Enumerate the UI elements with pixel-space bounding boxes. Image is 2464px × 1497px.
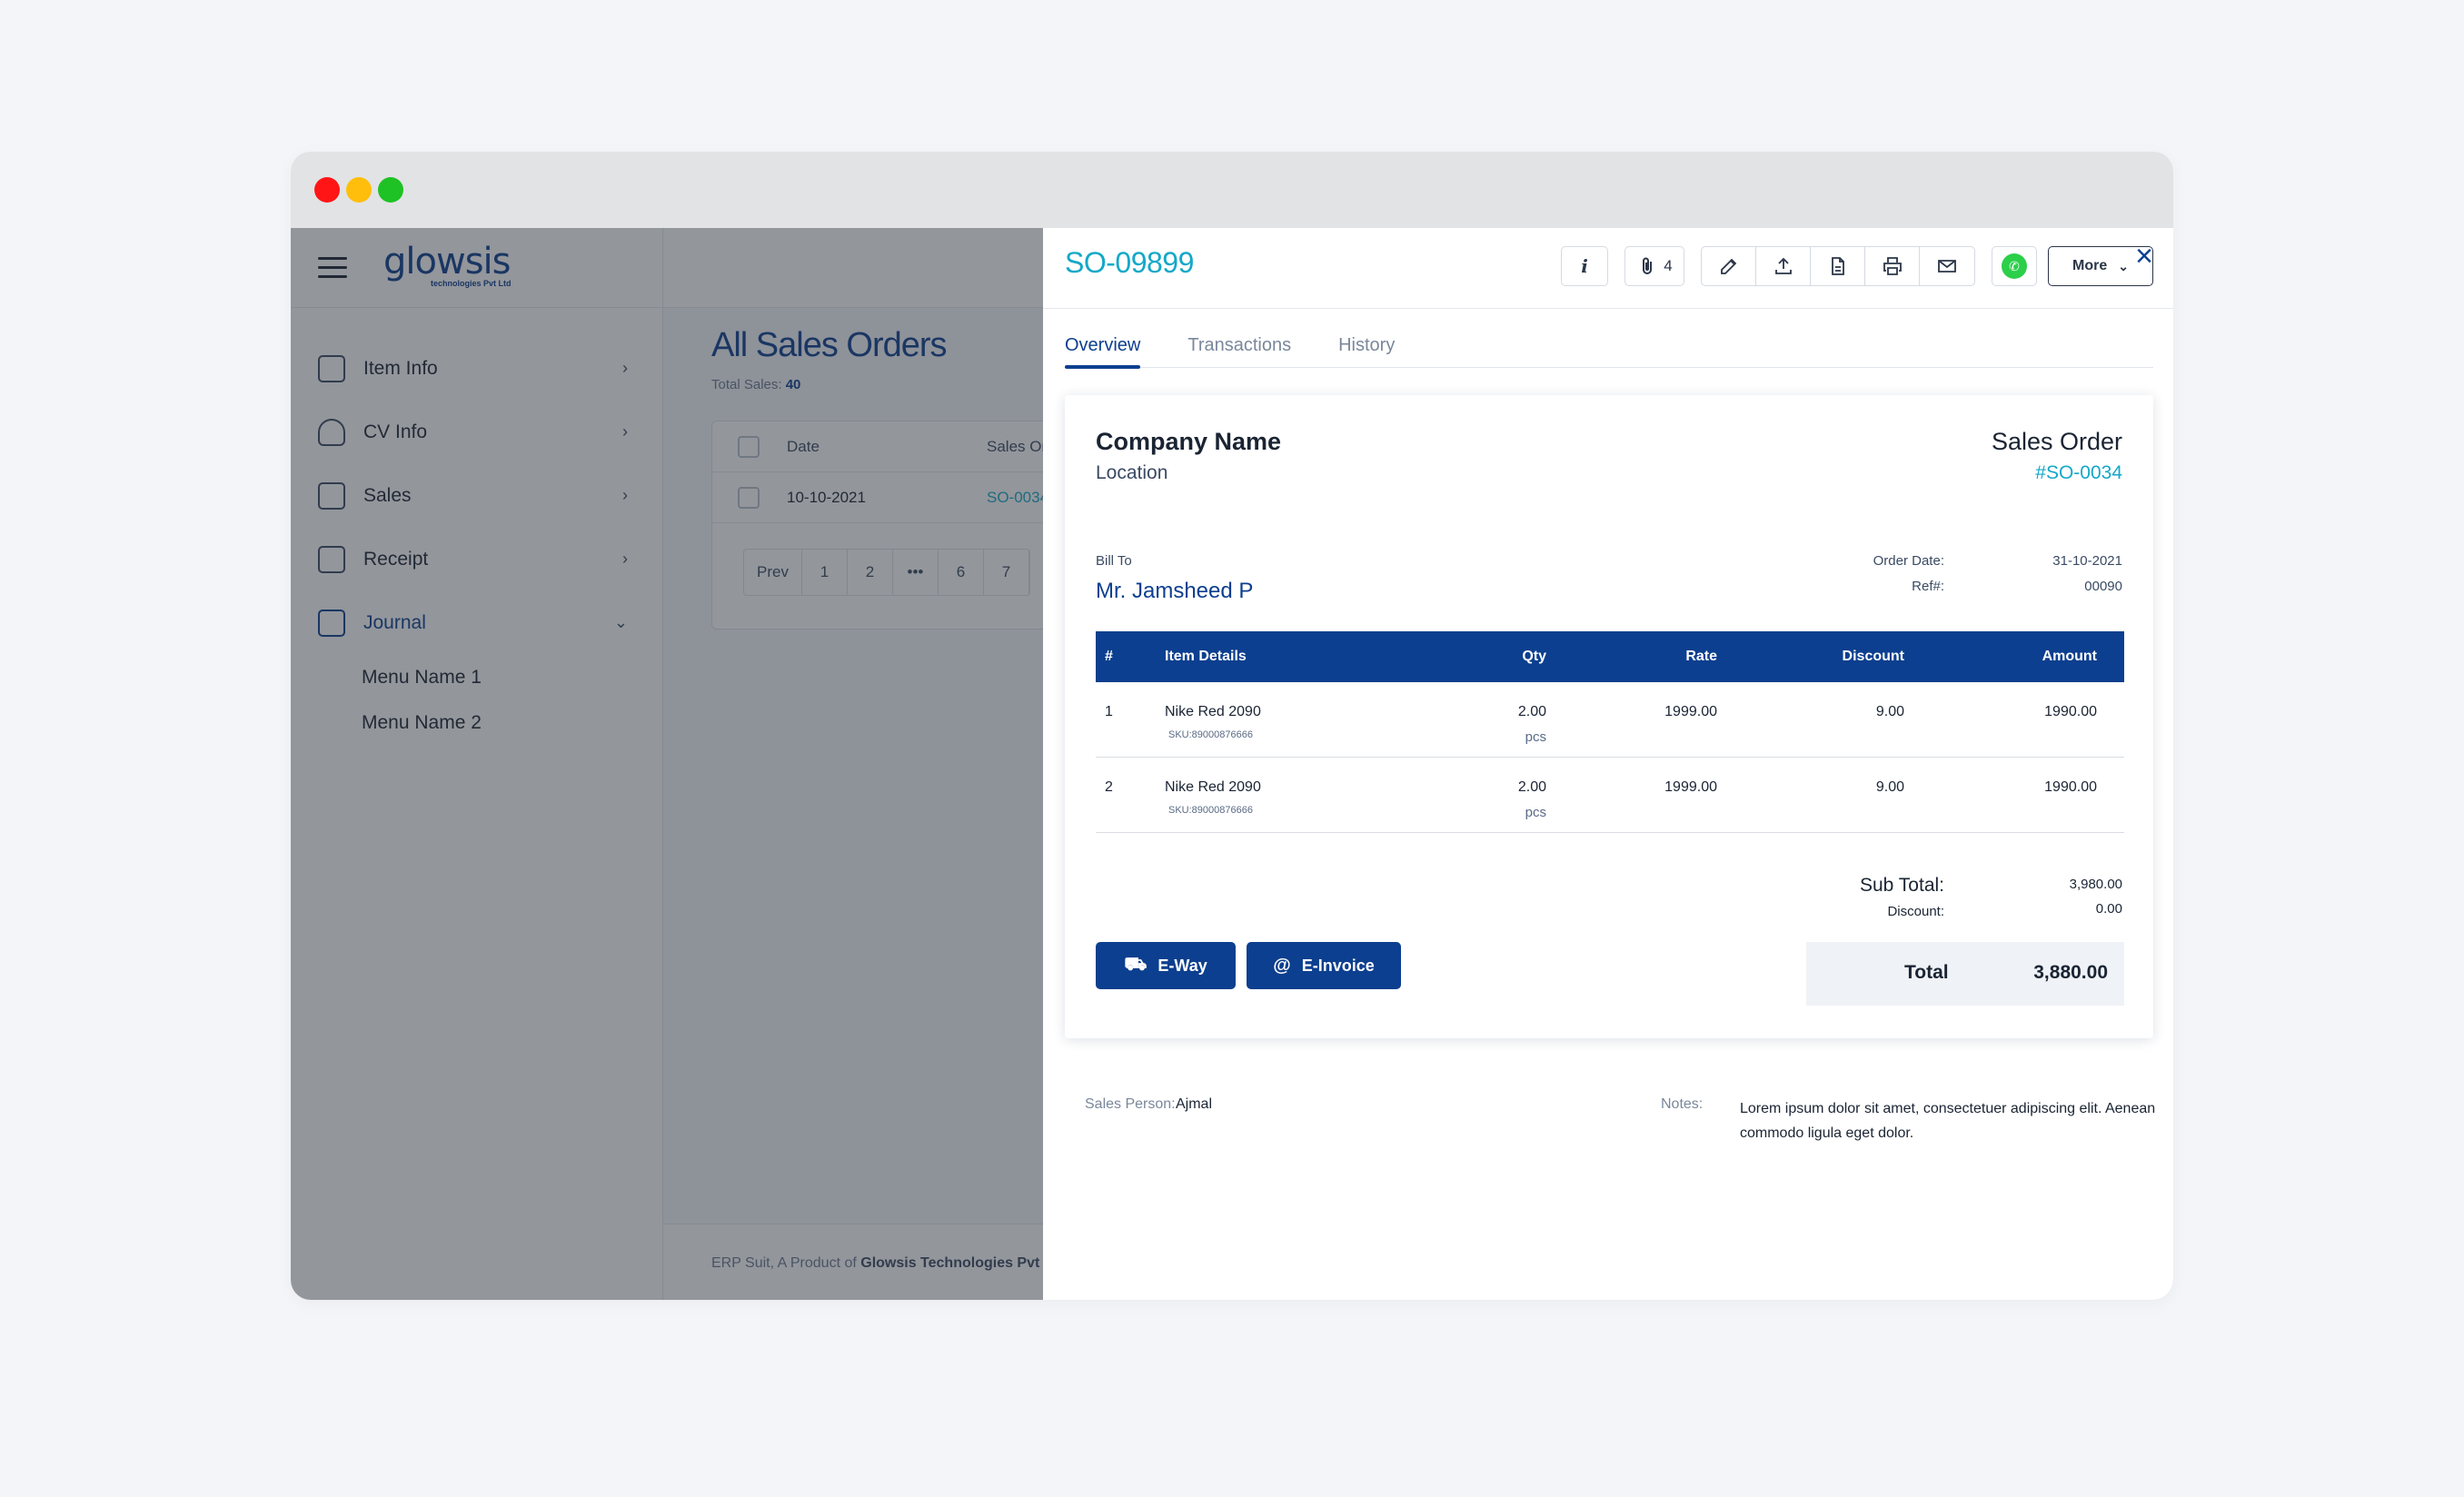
- maximize-window-dot[interactable]: [378, 177, 403, 203]
- header-item-details: Item Details: [1165, 649, 1247, 664]
- discount-value: 0.00: [2095, 901, 2122, 917]
- table-row: 2 Nike Red 2090 SKU:89000876666 2.00 pcs…: [1096, 758, 2124, 833]
- tab-transactions[interactable]: Transactions: [1187, 330, 1291, 367]
- more-label: More: [2072, 258, 2108, 273]
- subtotal-label: Sub Total:: [1859, 875, 1944, 896]
- eway-label: E-Way: [1157, 956, 1207, 975]
- close-drawer-button[interactable]: ×: [2135, 241, 2153, 272]
- whatsapp-icon: ✆: [2002, 253, 2027, 279]
- email-button[interactable]: [1920, 247, 1974, 285]
- ref-value: 00090: [2084, 579, 2122, 594]
- bill-to-label: Bill To: [1096, 553, 1132, 569]
- line-amount: 1990.00: [2044, 779, 2097, 795]
- notes-label: Notes:: [1661, 1096, 1704, 1112]
- print-button[interactable]: [1865, 247, 1920, 285]
- header-rate: Rate: [1685, 649, 1717, 664]
- line-num: 1: [1105, 704, 1113, 719]
- line-qty: 2.00: [1517, 779, 1546, 795]
- line-unit: pcs: [1525, 805, 1546, 820]
- minimize-window-dot[interactable]: [346, 177, 372, 203]
- discount-label: Discount:: [1887, 904, 1944, 919]
- window-titlebar: [291, 152, 2173, 228]
- line-sku: SKU:89000876666: [1168, 729, 1253, 740]
- actions-group: [1701, 246, 1975, 286]
- line-unit: pcs: [1525, 729, 1546, 745]
- mail-icon: [1938, 260, 1956, 273]
- einvoice-button[interactable]: @ E-Invoice: [1247, 942, 1401, 989]
- printer-icon: [1883, 257, 1902, 275]
- total-value: 3,880.00: [2033, 962, 2108, 983]
- browser-window: glowsis technologies Pvt Ltd Item Info ›…: [291, 152, 2173, 1300]
- line-item: Nike Red 2090: [1165, 704, 1261, 719]
- drawer-toolbar: i 4 ✆ More ⌄: [1561, 246, 2153, 286]
- line-item: Nike Red 2090: [1165, 779, 1261, 795]
- einvoice-label: E-Invoice: [1301, 956, 1375, 975]
- attachments-group: 4: [1624, 246, 1684, 286]
- paperclip-icon: [1643, 257, 1653, 274]
- table-row: 1 Nike Red 2090 SKU:89000876666 2.00 pcs…: [1096, 682, 2124, 758]
- info-button[interactable]: i: [1562, 247, 1607, 285]
- company-name: Company Name: [1096, 428, 1282, 455]
- upload-button[interactable]: [1756, 247, 1811, 285]
- drawer-divider: [1043, 308, 2173, 309]
- bill-to-name: Mr. Jamsheed P: [1096, 579, 1254, 603]
- order-date-label: Order Date:: [1873, 553, 1944, 569]
- tab-history[interactable]: History: [1338, 330, 1395, 367]
- header-amount: Amount: [2042, 649, 2097, 664]
- line-items-header: # Item Details Qty Rate Discount Amount: [1096, 631, 2124, 682]
- grand-total-box: Total 3,880.00: [1806, 942, 2124, 1006]
- info-group: i: [1561, 246, 1608, 286]
- line-qty: 2.00: [1517, 704, 1546, 719]
- header-discount: Discount: [1842, 649, 1904, 664]
- line-rate: 1999.00: [1664, 779, 1717, 795]
- line-amount: 1990.00: [2044, 704, 2097, 719]
- edit-button[interactable]: [1702, 247, 1756, 285]
- sales-order-document: Company Name Location Sales Order #SO-00…: [1065, 395, 2153, 1038]
- drawer-title: SO-09899: [1065, 246, 1194, 279]
- attachments-button[interactable]: 4: [1625, 247, 1684, 285]
- ref-label: Ref#:: [1912, 579, 1944, 594]
- edit-icon: [1720, 258, 1736, 274]
- drawer-tabs: Overview Transactions History: [1065, 330, 2153, 369]
- line-items-table: # Item Details Qty Rate Discount Amount …: [1096, 631, 2124, 833]
- header-qty: Qty: [1522, 649, 1546, 664]
- subtotal-value: 3,980.00: [2069, 877, 2122, 892]
- file-icon: [1831, 257, 1844, 275]
- line-num: 2: [1105, 779, 1113, 795]
- at-sign-icon: @: [1273, 955, 1291, 976]
- sales-person-label: Sales Person:: [1085, 1096, 1176, 1112]
- pdf-button[interactable]: [1811, 247, 1865, 285]
- chevron-down-icon: ⌄: [2118, 258, 2129, 273]
- sales-order-drawer: SO-09899 i 4 ✆ More ⌄ × Overview Transac…: [1043, 228, 2173, 1300]
- line-rate: 1999.00: [1664, 704, 1717, 719]
- company-location: Location: [1096, 462, 1168, 483]
- order-date-value: 31-10-2021: [2052, 553, 2122, 569]
- notes-value: Lorem ipsum dolor sit amet, consectetuer…: [1740, 1101, 2156, 1141]
- attachment-count: 4: [1664, 257, 1673, 274]
- erp-app: glowsis technologies Pvt Ltd Item Info ›…: [291, 228, 2173, 1300]
- document-type: Sales Order: [1991, 428, 2122, 455]
- header-num: #: [1105, 649, 1113, 664]
- line-sku: SKU:89000876666: [1168, 805, 1253, 816]
- total-label: Total: [1904, 962, 1949, 983]
- close-window-dot[interactable]: [314, 177, 340, 203]
- line-discount: 9.00: [1875, 779, 1904, 795]
- document-number: #SO-0034: [2035, 462, 2122, 483]
- truck-icon: ⛟: [1124, 954, 1148, 975]
- eway-button[interactable]: ⛟ E-Way: [1096, 942, 1236, 989]
- whatsapp-button[interactable]: ✆: [1992, 246, 2037, 286]
- sales-person-value: Ajmal: [1176, 1096, 1213, 1112]
- tab-overview[interactable]: Overview: [1065, 330, 1141, 369]
- upload-icon: [1774, 257, 1792, 274]
- line-discount: 9.00: [1875, 704, 1904, 719]
